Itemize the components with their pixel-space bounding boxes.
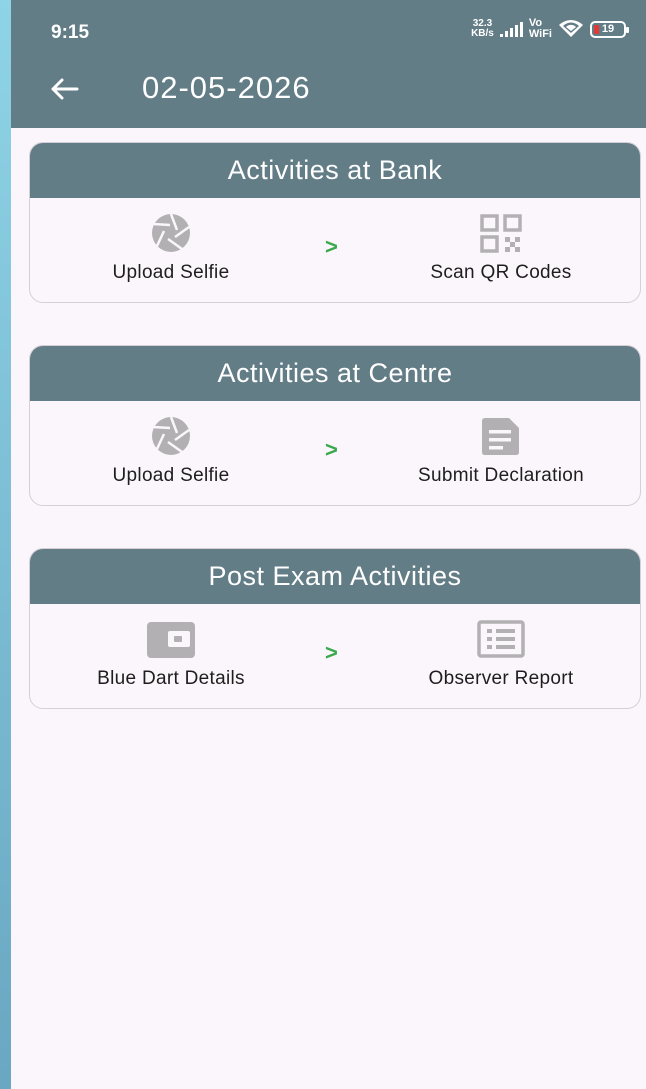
section-body: Upload Selfie > Submit Declaration bbox=[30, 401, 640, 505]
wallet-icon bbox=[143, 616, 199, 662]
vowifi-indicator: Vo WiFi bbox=[529, 18, 552, 40]
chevron-right-icon: > bbox=[325, 640, 338, 665]
action-label: Upload Selfie bbox=[112, 262, 230, 283]
action-label: Submit Declaration bbox=[418, 465, 584, 486]
page-title: 02-05-2026 bbox=[142, 70, 311, 105]
status-time: 9:15 bbox=[51, 22, 90, 43]
back-arrow-icon bbox=[51, 78, 79, 100]
action-label: Scan QR Codes bbox=[430, 262, 572, 283]
section-card-centre: Activities at Centre Upload Selfie > Sub… bbox=[29, 345, 641, 506]
submit-declaration-button[interactable]: Submit Declaration bbox=[391, 413, 611, 487]
camera-shutter-icon bbox=[143, 210, 199, 256]
action-label: Observer Report bbox=[428, 668, 574, 689]
observer-report-button[interactable]: Observer Report bbox=[391, 616, 611, 690]
blue-dart-details-button[interactable]: Blue Dart Details bbox=[61, 616, 281, 690]
net-speed-unit: KB/s bbox=[471, 28, 494, 39]
section-header: Post Exam Activities bbox=[30, 549, 640, 604]
chevron-right-icon: > bbox=[325, 234, 338, 259]
camera-shutter-icon bbox=[143, 413, 199, 459]
action-label: Upload Selfie bbox=[112, 465, 230, 486]
battery-level: 19 bbox=[601, 23, 615, 35]
section-card-post-exam: Post Exam Activities Blue Dart Details > bbox=[29, 548, 641, 709]
section-header: Activities at Bank bbox=[30, 143, 640, 198]
section-header: Activities at Centre bbox=[30, 346, 640, 401]
net-speed: 32.3 KB/s bbox=[471, 19, 494, 39]
document-icon bbox=[473, 413, 529, 459]
upload-selfie-button[interactable]: Upload Selfie bbox=[61, 413, 281, 487]
wifi-label: WiFi bbox=[528, 28, 552, 40]
status-icons: 32.3 KB/s Vo WiFi 19 bbox=[471, 18, 629, 40]
app-screen: 9:15 32.3 KB/s Vo WiFi 19 02-05-2026 Act… bbox=[11, 0, 646, 1089]
section-card-bank: Activities at Bank Upload Selfie > Scan … bbox=[29, 142, 641, 303]
battery-icon: 19 bbox=[590, 20, 629, 38]
qr-code-icon bbox=[473, 210, 529, 256]
section-body: Blue Dart Details > Observer Report bbox=[30, 604, 640, 708]
section-body: Upload Selfie > Scan QR Codes bbox=[30, 198, 640, 302]
signal-icon bbox=[499, 21, 523, 37]
app-bar: 9:15 32.3 KB/s Vo WiFi 19 02-05-2026 bbox=[11, 0, 646, 128]
scan-qr-codes-button[interactable]: Scan QR Codes bbox=[391, 210, 611, 284]
wifi-icon bbox=[559, 20, 583, 37]
list-report-icon bbox=[473, 616, 529, 662]
back-button[interactable] bbox=[47, 72, 81, 106]
upload-selfie-button[interactable]: Upload Selfie bbox=[61, 210, 281, 284]
action-label: Blue Dart Details bbox=[97, 668, 245, 689]
chevron-right-icon: > bbox=[325, 437, 338, 462]
